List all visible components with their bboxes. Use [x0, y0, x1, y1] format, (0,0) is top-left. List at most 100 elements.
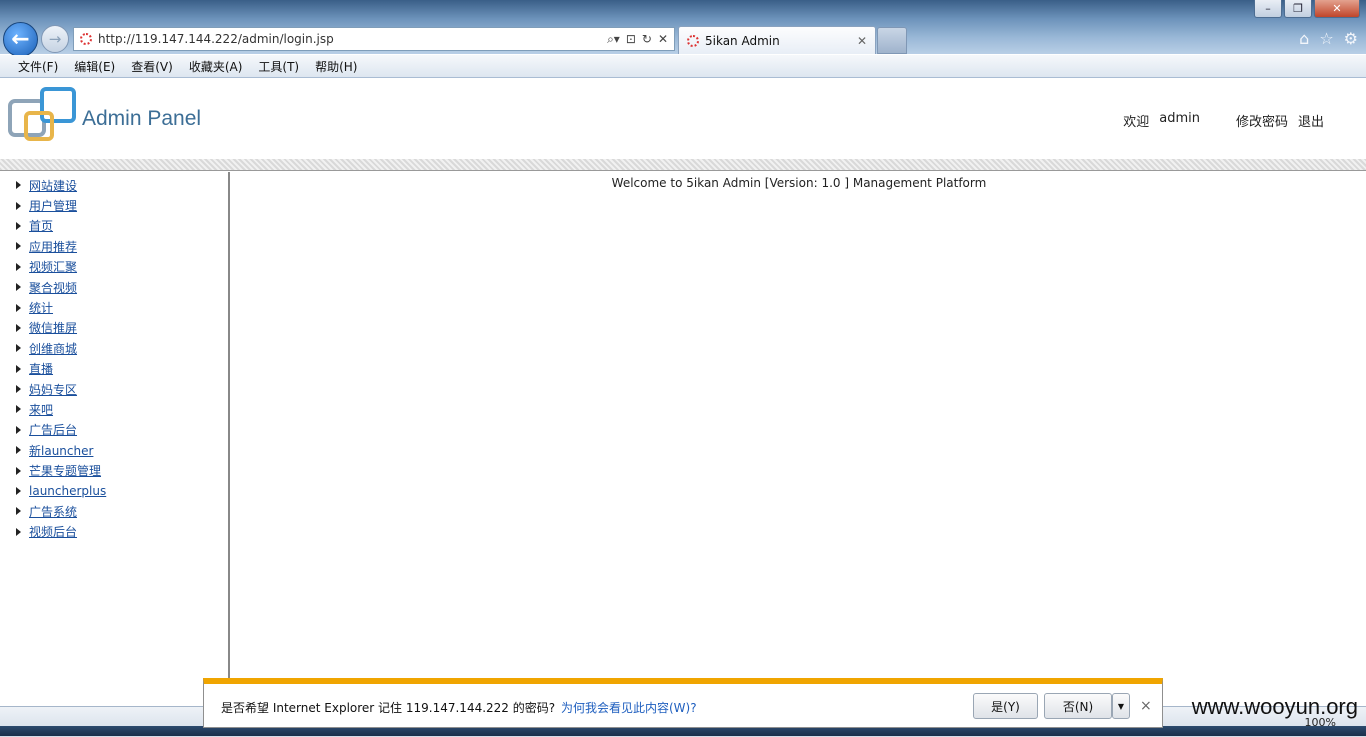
user-bar: 欢迎 admin 修改密码 退出	[1123, 111, 1324, 130]
sidebar-link[interactable]: 用户管理	[29, 197, 77, 214]
sidebar-item: 首页	[0, 216, 228, 236]
site-favicon-icon	[80, 33, 92, 45]
no-button[interactable]: 否(N)	[1044, 693, 1112, 719]
sidebar-item: 聚合视频	[0, 277, 228, 297]
back-button[interactable]: ←	[3, 22, 38, 57]
sidebar-link[interactable]: 统计	[29, 299, 53, 316]
sidebar-item: 视频汇聚	[0, 257, 228, 277]
sidebar-item: 应用推荐	[0, 236, 228, 256]
expand-arrow-icon[interactable]	[16, 425, 21, 434]
menu-edit[interactable]: 编辑(E)	[66, 58, 123, 75]
expand-arrow-icon[interactable]	[16, 181, 21, 190]
username: admin	[1159, 111, 1200, 126]
browser-menubar: 文件(F) 编辑(E) 查看(V) 收藏夹(A) 工具(T) 帮助(H)	[0, 55, 1366, 78]
sidebar-item: 用户管理	[0, 195, 228, 215]
sidebar-item: 妈妈专区	[0, 379, 228, 399]
sidebar-link[interactable]: 广告系统	[29, 503, 77, 520]
refresh-icon[interactable]: ↻	[642, 32, 652, 47]
notification-message: 是否希望 Internet Explorer 记住 119.147.144.22…	[221, 701, 556, 715]
forward-button[interactable]: →	[41, 25, 69, 53]
browser-tab[interactable]: 5ikan Admin ✕	[678, 26, 876, 54]
sidebar-item: 视频后台	[0, 522, 228, 542]
sidebar-link[interactable]: 微信推屏	[29, 319, 77, 336]
menu-file[interactable]: 文件(F)	[10, 58, 66, 75]
sidebar-link[interactable]: 创维商城	[29, 340, 77, 357]
sidebar-item: 直播	[0, 359, 228, 379]
browser-titlebar: – ❐ ✕ ← → http://119.147.144.222/admin/l…	[0, 0, 1366, 57]
home-icon[interactable]: ⌂	[1299, 29, 1309, 48]
page-header: Admin Panel 欢迎 admin 修改密码 退出	[0, 79, 1366, 159]
minimize-button[interactable]: –	[1254, 0, 1282, 18]
stop-icon[interactable]: ✕	[658, 32, 668, 47]
sidebar-link[interactable]: 广告后台	[29, 421, 77, 438]
expand-arrow-icon[interactable]	[16, 262, 21, 271]
sidebar-link[interactable]: 聚合视频	[29, 279, 77, 296]
sidebar-link[interactable]: 新launcher	[29, 442, 93, 459]
welcome-message: Welcome to 5ikan Admin [Version: 1.0 ] M…	[611, 176, 987, 190]
sidebar-item: 统计	[0, 297, 228, 317]
tab-close-icon[interactable]: ✕	[857, 34, 871, 48]
sidebar-link[interactable]: 芒果专题管理	[29, 462, 101, 479]
expand-arrow-icon[interactable]	[16, 385, 21, 394]
options-dropdown-button[interactable]: ▼	[1112, 693, 1130, 719]
compat-view-icon[interactable]: ⊡	[626, 32, 636, 47]
sidebar-link[interactable]: 直播	[29, 360, 53, 377]
star-icon[interactable]: ☆	[1319, 29, 1333, 48]
brand-title: Admin Panel	[82, 107, 202, 130]
sidebar-item: 创维商城	[0, 338, 228, 358]
menu-view[interactable]: 查看(V)	[123, 58, 181, 75]
sidebar-link[interactable]: launcherplus	[29, 484, 106, 498]
sidebar-link[interactable]: 来吧	[29, 401, 53, 418]
new-tab-button[interactable]	[877, 27, 907, 54]
expand-arrow-icon[interactable]	[16, 405, 21, 414]
logout-link[interactable]: 退出	[1298, 111, 1324, 130]
expand-arrow-icon[interactable]	[16, 303, 21, 312]
menu-favorites[interactable]: 收藏夹(A)	[181, 58, 251, 75]
sidebar: 网站建设 用户管理 首页 应用推荐 视频汇聚 聚合视频 统计 微信推屏 创维商城…	[0, 172, 230, 706]
menu-tools[interactable]: 工具(T)	[250, 58, 307, 75]
sidebar-item: 网站建设	[0, 175, 228, 195]
watermark: www.wooyun.org	[1191, 694, 1358, 719]
close-notification-icon[interactable]: ×	[1140, 698, 1152, 714]
arrow-left-icon: ←	[11, 27, 30, 52]
sidebar-item: 广告后台	[0, 420, 228, 440]
logo-icon	[6, 85, 76, 141]
why-link[interactable]: 为何我会看见此内容(W)?	[561, 699, 697, 716]
arrow-right-icon: →	[48, 30, 62, 48]
gear-icon[interactable]: ⚙	[1344, 29, 1358, 48]
search-dropdown-icon[interactable]: ⌕▾	[607, 32, 620, 47]
expand-arrow-icon[interactable]	[16, 344, 21, 353]
expand-arrow-icon[interactable]	[16, 487, 21, 496]
address-bar[interactable]: http://119.147.144.222/admin/login.jsp ⌕…	[73, 27, 675, 51]
window-controls: – ❐ ✕	[1254, 0, 1360, 18]
url-text[interactable]: http://119.147.144.222/admin/login.jsp	[98, 32, 607, 46]
close-window-button[interactable]: ✕	[1314, 0, 1360, 18]
expand-arrow-icon[interactable]	[16, 283, 21, 292]
welcome-label: 欢迎	[1123, 115, 1150, 130]
sidebar-link[interactable]: 应用推荐	[29, 238, 77, 255]
sidebar-link[interactable]: 妈妈专区	[29, 381, 77, 398]
sidebar-item: 来吧	[0, 399, 228, 419]
expand-arrow-icon[interactable]	[16, 242, 21, 251]
sidebar-link[interactable]: 视频后台	[29, 523, 77, 540]
expand-arrow-icon[interactable]	[16, 323, 21, 332]
sidebar-link[interactable]: 网站建设	[29, 177, 77, 194]
header-divider	[0, 159, 1366, 171]
expand-arrow-icon[interactable]	[16, 507, 21, 516]
sidebar-item: launcherplus	[0, 481, 228, 501]
expand-arrow-icon[interactable]	[16, 364, 21, 373]
sidebar-item: 芒果专题管理	[0, 460, 228, 480]
maximize-button[interactable]: ❐	[1284, 0, 1312, 18]
sidebar-nav: 网站建设 用户管理 首页 应用推荐 视频汇聚 聚合视频 统计 微信推屏 创维商城…	[0, 172, 228, 542]
expand-arrow-icon[interactable]	[16, 466, 21, 475]
expand-arrow-icon[interactable]	[16, 221, 21, 230]
expand-arrow-icon[interactable]	[16, 201, 21, 210]
expand-arrow-icon[interactable]	[16, 446, 21, 455]
expand-arrow-icon[interactable]	[16, 527, 21, 536]
change-password-link[interactable]: 修改密码	[1236, 111, 1288, 130]
sidebar-link[interactable]: 视频汇聚	[29, 258, 77, 275]
sidebar-link[interactable]: 首页	[29, 217, 53, 234]
yes-button[interactable]: 是(Y)	[973, 693, 1038, 719]
menu-help[interactable]: 帮助(H)	[307, 58, 365, 75]
save-password-notification: 是否希望 Internet Explorer 记住 119.147.144.22…	[203, 678, 1163, 728]
